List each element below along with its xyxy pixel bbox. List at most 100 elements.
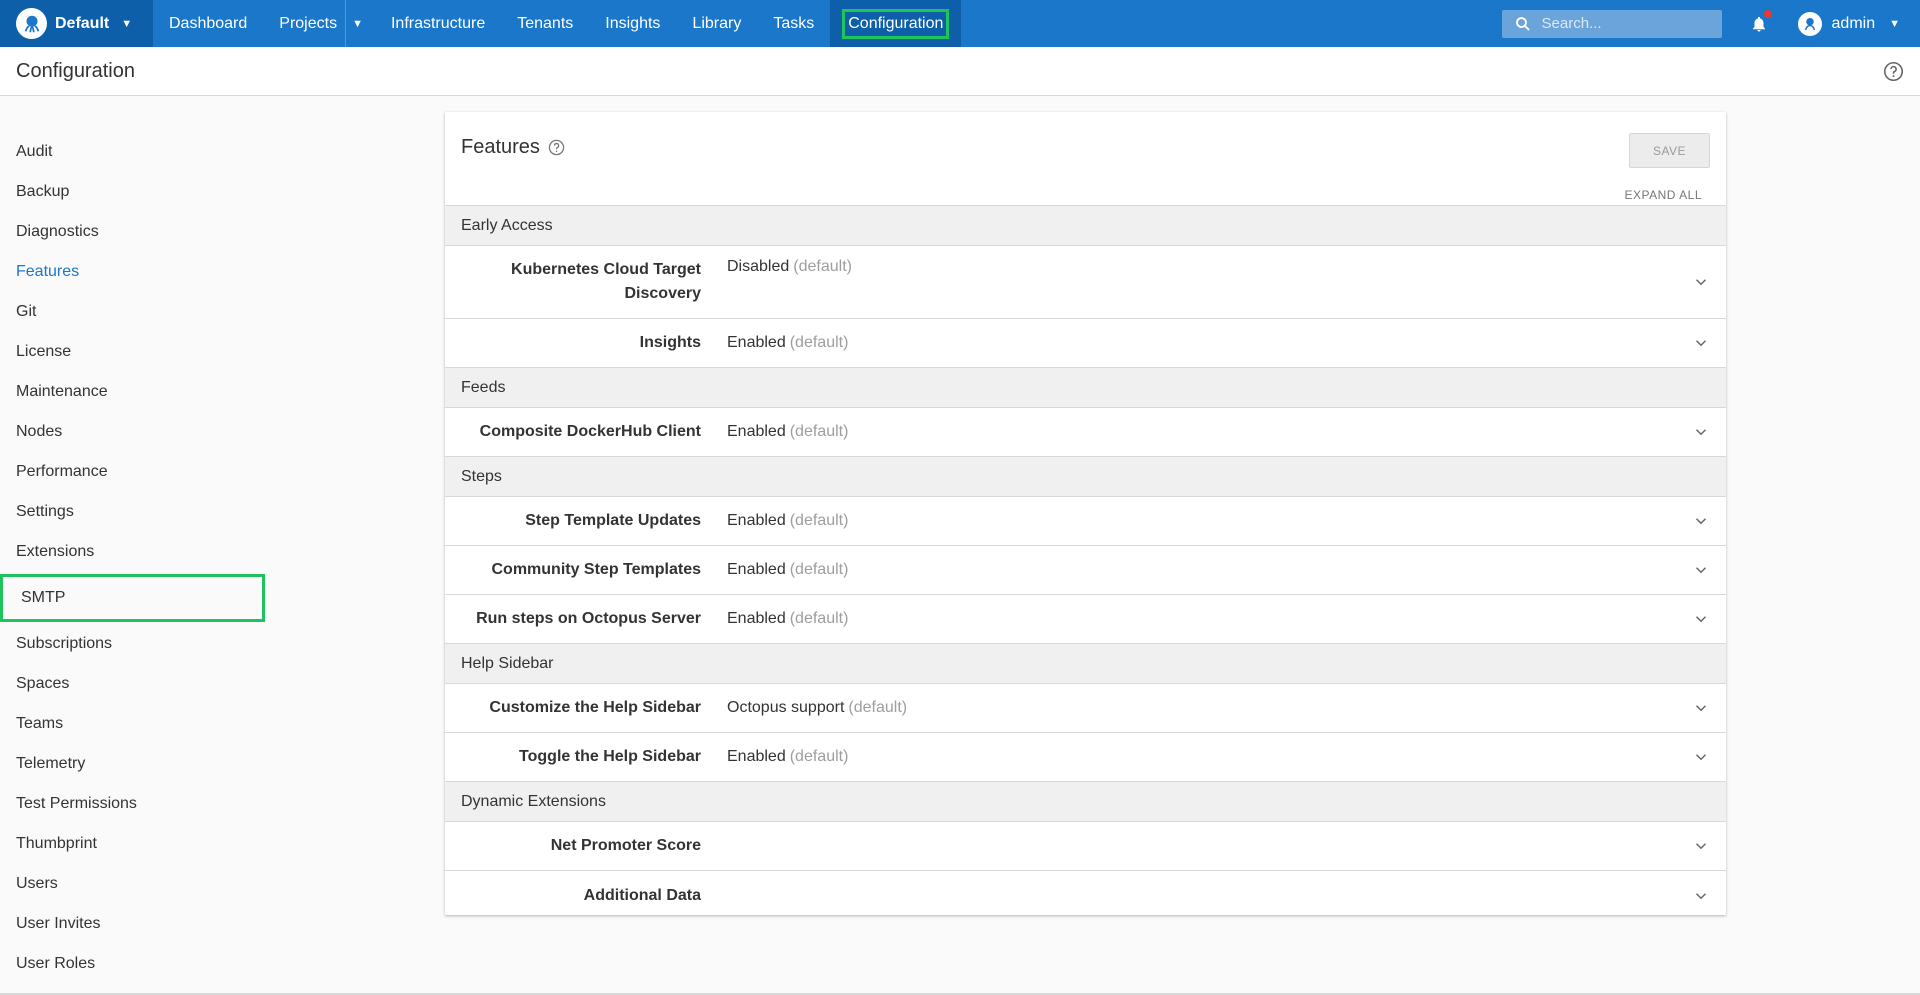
feature-value [727,887,731,905]
sidebar-item-user-invites[interactable]: User Invites [0,904,300,944]
projects-dropdown-caret-icon[interactable]: ▼ [345,0,375,47]
sidebar-item-extensions[interactable]: Extensions [0,532,300,572]
feature-value: Enabled (default) [727,748,848,766]
chevron-down-icon[interactable] [1692,561,1710,579]
nav-projects[interactable]: Projects [263,0,345,47]
sidebar-item-spaces[interactable]: Spaces [0,664,300,704]
feature-value: Enabled (default) [727,423,848,441]
user-menu[interactable]: admin ▼ [1797,11,1900,36]
feature-value-text: Enabled [727,423,786,440]
bell-icon[interactable] [1750,9,1772,34]
feature-value-text: Disabled [727,258,790,275]
sidebar-item-telemetry[interactable]: Telemetry [0,744,300,784]
feature-default-marker: (default) [789,748,849,765]
feature-value-text: Enabled [727,748,786,765]
help-circle-icon[interactable] [1883,61,1904,87]
octopus-logo-icon [16,8,47,39]
chevron-down-icon[interactable] [1692,334,1710,352]
sidebar-item-audit[interactable]: Audit [0,132,300,172]
nav-dashboard[interactable]: Dashboard [153,0,263,47]
sidebar-item-users[interactable]: Users [0,864,300,904]
configuration-sidebar: Audit Backup Diagnostics Features Git Li… [0,132,300,984]
feature-value-text: Enabled [727,512,786,529]
feature-value-text: Octopus support [727,699,845,716]
chevron-down-icon[interactable] [1692,273,1710,291]
nav-configuration[interactable]: Configuration [830,0,962,47]
feature-row[interactable]: Toggle the Help Sidebar Enabled (default) [445,733,1726,782]
sidebar-item-settings[interactable]: Settings [0,492,300,532]
feature-value-text: Enabled [727,610,786,627]
feature-group-header: Early Access [445,206,1726,246]
feature-label: Kubernetes Cloud Target Discovery [511,261,701,302]
sidebar-item-features[interactable]: Features [0,252,300,292]
page-title: Configuration [16,59,135,82]
sidebar-item-thumbprint[interactable]: Thumbprint [0,824,300,864]
sidebar-item-smtp[interactable]: SMTP [0,574,265,622]
feature-row[interactable]: Community Step Templates Enabled (default) [445,546,1726,595]
feature-row[interactable]: Customize the Help Sidebar Octopus suppor… [445,684,1726,733]
caret-down-icon: ▼ [1889,17,1900,30]
expand-all-link[interactable]: EXPAND ALL [1625,188,1702,202]
feature-row[interactable]: Composite DockerHub Client Enabled (defaul… [445,408,1726,457]
feature-value: Enabled (default) [727,561,848,579]
feature-default-marker: (default) [789,334,849,351]
sidebar-item-backup[interactable]: Backup [0,172,300,212]
help-circle-icon[interactable] [548,139,565,156]
sidebar-item-git[interactable]: Git [0,292,300,332]
feature-label: Customize the Help Sidebar [489,699,701,716]
chevron-down-icon[interactable] [1692,887,1710,905]
feature-default-marker: (default) [789,610,849,627]
search-icon [1514,15,1532,33]
space-switcher[interactable]: Default ▼ [0,0,153,47]
feature-label: Net Promoter Score [550,837,701,854]
features-card-header: Features SAVE EXPAND ALL [445,112,1726,206]
sidebar-item-nodes[interactable]: Nodes [0,412,300,452]
sidebar-item-subscriptions[interactable]: Subscriptions [0,624,300,664]
feature-row[interactable]: Step Template Updates Enabled (default) [445,497,1726,546]
chevron-down-icon[interactable] [1692,512,1710,530]
feature-row[interactable]: Net Promoter Score [445,822,1726,871]
chevron-down-icon[interactable] [1692,423,1710,441]
nav-infrastructure[interactable]: Infrastructure [375,0,501,47]
chevron-down-icon[interactable] [1692,699,1710,717]
feature-default-marker: (default) [789,423,849,440]
user-name: admin [1831,14,1876,32]
nav-configuration-label: Configuration [842,8,950,39]
feature-row[interactable]: Additional Data [445,871,1726,920]
feature-row[interactable]: Run steps on Octopus Server Enabled (defau… [445,595,1726,644]
feature-label: Composite DockerHub Client [479,423,701,440]
nav-insights[interactable]: Insights [589,0,676,47]
feature-label: Toggle the Help Sidebar [519,748,701,765]
nav-tasks[interactable]: Tasks [757,0,830,47]
feature-default-marker: (default) [793,258,852,275]
sidebar-item-license[interactable]: License [0,332,300,372]
sidebar-item-user-roles[interactable]: User Roles [0,944,300,984]
feature-value: Enabled (default) [727,610,848,628]
sidebar-item-test-permissions[interactable]: Test Permissions [0,784,300,824]
features-title-text: Features [461,136,540,158]
search-input[interactable] [1541,15,1712,32]
features-title: Features [461,136,565,159]
nav-tenants[interactable]: Tenants [501,0,589,47]
chevron-down-icon[interactable] [1692,748,1710,766]
feature-row[interactable]: Kubernetes Cloud Target Discovery Disable… [445,246,1726,319]
feature-value [727,837,731,855]
search-box[interactable] [1501,9,1722,38]
nav-library[interactable]: Library [676,0,757,47]
feature-default-marker: (default) [848,699,908,716]
feature-group-header: Dynamic Extensions [445,782,1726,822]
sidebar-item-teams[interactable]: Teams [0,704,300,744]
sidebar-item-performance[interactable]: Performance [0,452,300,492]
feature-label: Run steps on Octopus Server [476,610,701,627]
feature-label: Insights [639,334,701,351]
feature-default-marker: (default) [789,561,849,578]
sidebar-item-maintenance[interactable]: Maintenance [0,372,300,412]
feature-group-header: Steps [445,457,1726,497]
feature-group-header: Feeds [445,368,1726,408]
chevron-down-icon[interactable] [1692,610,1710,628]
save-button[interactable]: SAVE [1629,133,1710,168]
chevron-down-icon[interactable] [1692,837,1710,855]
page-header: Configuration [0,47,1920,96]
sidebar-item-diagnostics[interactable]: Diagnostics [0,212,300,252]
feature-row[interactable]: Insights Enabled (default) [445,319,1726,368]
